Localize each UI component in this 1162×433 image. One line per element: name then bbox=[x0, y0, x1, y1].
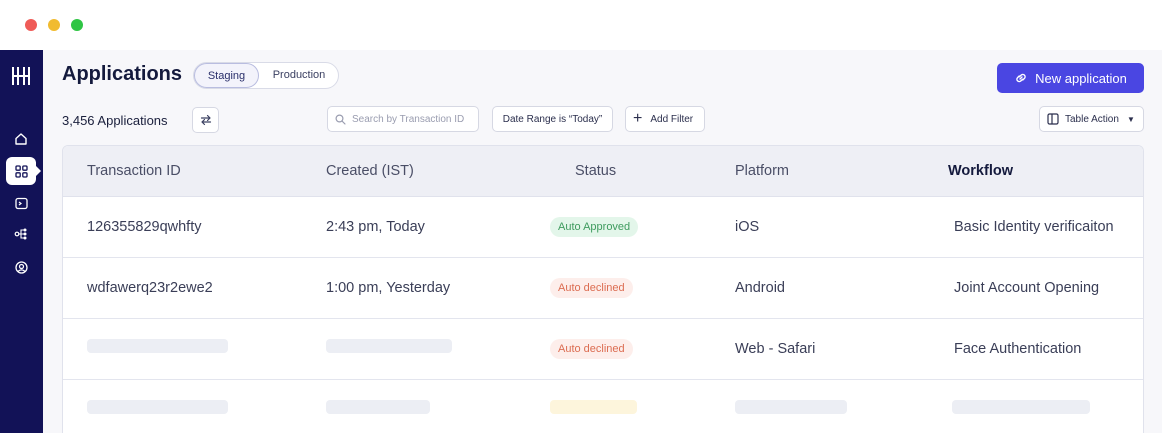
main-content: Applications Staging Production New appl… bbox=[43, 50, 1162, 433]
grid-icon bbox=[14, 164, 28, 178]
add-filter-button[interactable]: + Add Filter bbox=[625, 106, 705, 132]
env-option-production[interactable]: Production bbox=[260, 63, 338, 88]
status-badge: Auto declined bbox=[550, 339, 633, 359]
transaction-id-cell: wdfawerq23r2ewe2 bbox=[87, 280, 213, 296]
loading-placeholder bbox=[550, 400, 637, 414]
sidebar bbox=[0, 50, 43, 433]
workflow-icon bbox=[14, 228, 27, 240]
application-count: 3,456 Applications bbox=[62, 113, 168, 128]
close-window-button[interactable] bbox=[25, 19, 37, 31]
table-row[interactable]: wdfawerq23r2ewe2 1:00 pm, Yesterday Auto… bbox=[63, 258, 1143, 319]
loading-placeholder bbox=[735, 400, 847, 414]
status-badge: Auto Approved bbox=[550, 217, 639, 237]
status-badge: Auto declined bbox=[550, 278, 633, 298]
add-filter-label: Add Filter bbox=[650, 113, 694, 125]
sidebar-item-applications[interactable] bbox=[6, 157, 41, 185]
applications-table: Transaction ID Created (IST) Status Plat… bbox=[62, 145, 1144, 433]
swap-arrows-icon bbox=[200, 114, 211, 126]
table-action-dropdown[interactable]: Table Action ▼ bbox=[1039, 106, 1144, 132]
chevron-down-icon: ▼ bbox=[1126, 114, 1135, 124]
platform-cell: Web - Safari bbox=[735, 341, 816, 357]
env-option-staging[interactable]: Staging bbox=[194, 63, 259, 88]
search-input[interactable] bbox=[352, 113, 474, 125]
table-row-loading bbox=[63, 380, 1143, 433]
created-cell: 2:43 pm, Today bbox=[326, 219, 425, 235]
columns-icon bbox=[1047, 113, 1059, 125]
loading-placeholder bbox=[87, 339, 228, 353]
terminal-icon bbox=[14, 197, 28, 209]
workflow-cell: Face Authentication bbox=[954, 341, 1082, 357]
workflow-cell: Basic Identity verificaiton bbox=[954, 219, 1114, 235]
column-header-transaction-id[interactable]: Transaction ID bbox=[87, 163, 181, 179]
minimize-window-button[interactable] bbox=[48, 19, 60, 31]
sidebar-item-home[interactable] bbox=[6, 125, 36, 153]
workflow-cell: Joint Account Opening bbox=[954, 280, 1100, 296]
loading-placeholder bbox=[326, 339, 452, 353]
transaction-id-cell: 126355829qwhfty bbox=[87, 219, 202, 235]
sidebar-item-console[interactable] bbox=[6, 189, 36, 217]
user-circle-icon bbox=[14, 260, 28, 274]
page-title: Applications bbox=[62, 63, 183, 85]
created-cell: 1:00 pm, Yesterday bbox=[326, 280, 451, 296]
table-row[interactable]: 126355829qwhfty 2:43 pm, Today Auto Appr… bbox=[63, 197, 1143, 258]
sidebar-item-workflows[interactable] bbox=[6, 220, 36, 248]
column-header-status[interactable]: Status bbox=[575, 163, 616, 179]
search-box bbox=[327, 106, 479, 132]
hyperverge-logo-icon[interactable] bbox=[10, 65, 32, 87]
loading-placeholder bbox=[326, 400, 430, 414]
table-action-label: Table Action bbox=[1065, 113, 1119, 125]
plus-icon: + bbox=[633, 110, 643, 127]
new-application-label: New application bbox=[1035, 70, 1127, 86]
new-application-button[interactable]: New application bbox=[997, 63, 1144, 93]
column-header-workflow[interactable]: Workflow bbox=[948, 163, 1013, 179]
sync-button[interactable] bbox=[192, 107, 219, 133]
environment-toggle: Staging Production bbox=[193, 62, 339, 89]
table-header: Transaction ID Created (IST) Status Plat… bbox=[63, 146, 1143, 197]
sidebar-item-account[interactable] bbox=[6, 253, 36, 281]
platform-cell: iOS bbox=[735, 219, 760, 235]
home-icon bbox=[15, 133, 27, 145]
window-titlebar bbox=[0, 0, 1162, 50]
loading-placeholder bbox=[87, 400, 228, 414]
maximize-window-button[interactable] bbox=[71, 19, 83, 31]
column-header-created[interactable]: Created (IST) bbox=[326, 163, 414, 179]
column-header-platform[interactable]: Platform bbox=[735, 163, 789, 179]
table-row[interactable]: Auto declined Web - Safari Face Authenti… bbox=[63, 319, 1143, 380]
link-icon bbox=[1016, 73, 1026, 83]
date-range-filter[interactable]: Date Range is “Today” bbox=[492, 106, 613, 132]
loading-placeholder bbox=[952, 400, 1090, 414]
search-icon bbox=[335, 113, 346, 125]
platform-cell: Android bbox=[735, 280, 785, 296]
